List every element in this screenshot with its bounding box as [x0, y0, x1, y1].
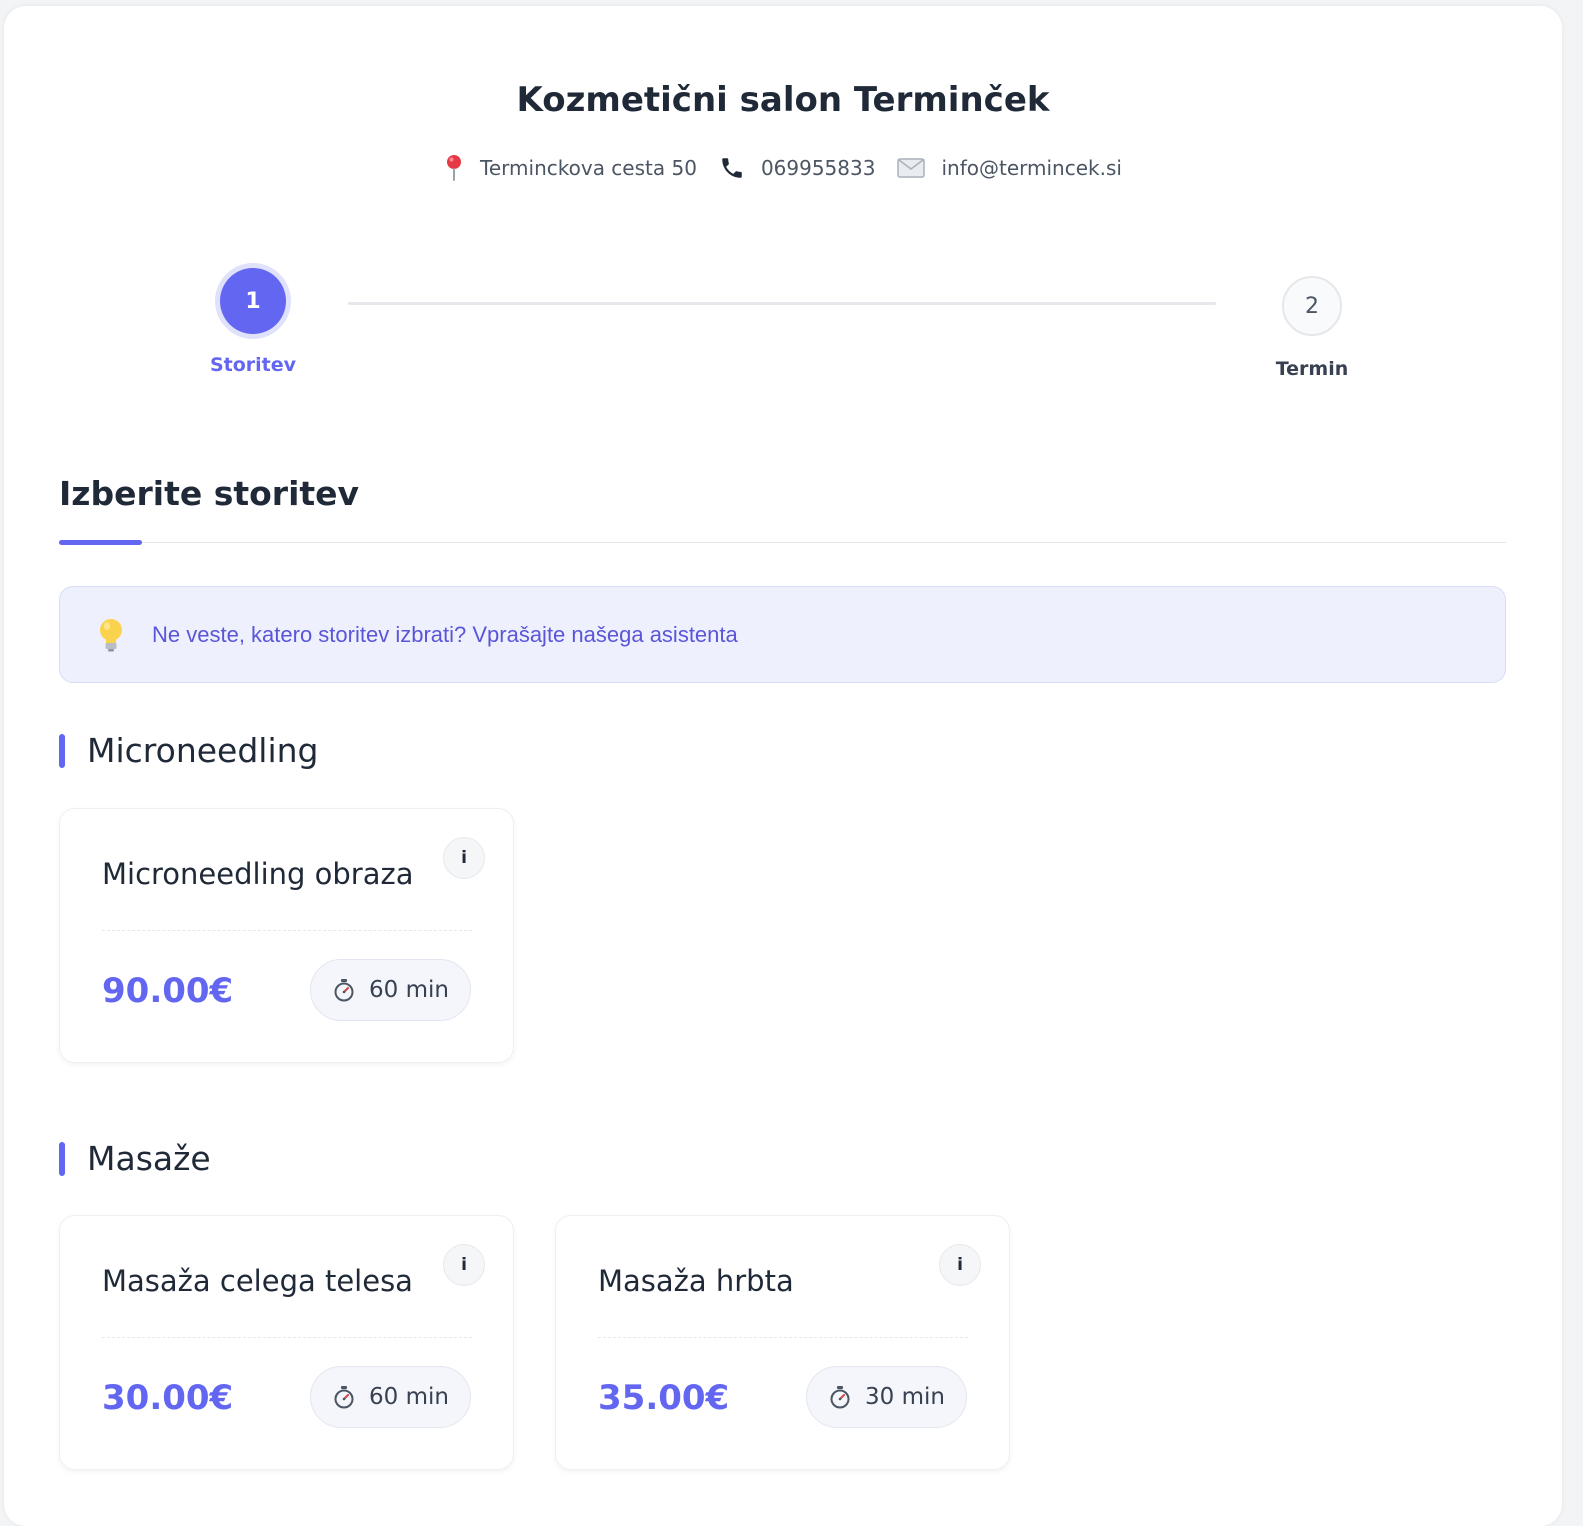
service-price: 30.00€ [102, 1378, 234, 1418]
ask-assistant-banner[interactable]: Ne veste, katero storitev izbrati? Vpraš… [59, 586, 1506, 683]
contact-phone: 069955833 [719, 155, 876, 181]
category-accent-bar [59, 1141, 65, 1176]
email-text: info@termincek.si [941, 156, 1122, 180]
phone-icon [722, 158, 742, 178]
service-name: Microneedling obraza [102, 857, 414, 891]
card-divider [598, 1337, 968, 1338]
service-price: 35.00€ [598, 1378, 730, 1418]
contact-info: Terminckova cesta 50 069955833 info@term… [0, 154, 1566, 182]
duration-badge: 60 min [310, 959, 471, 1021]
stopwatch-icon [334, 979, 354, 1002]
duration-badge: 60 min [310, 1366, 471, 1428]
step-label: Storitev [209, 354, 297, 376]
duration-text: 60 min [369, 1384, 449, 1410]
stopwatch-icon [830, 1386, 850, 1409]
category-header-microneedling: Microneedling [59, 731, 318, 770]
envelope-icon [897, 158, 926, 178]
section-title: Izberite storitev [59, 474, 360, 513]
stepper-progress-line [348, 302, 1216, 305]
step-termin[interactable]: 2 Termin [1262, 276, 1362, 380]
pin-icon [447, 155, 462, 181]
salon-title: Kozmetični salon Terminček [516, 80, 1050, 120]
step-number-circle: 2 [1282, 276, 1342, 336]
card-divider [102, 1337, 472, 1338]
info-button[interactable]: i [443, 837, 485, 879]
category-title: Masaže [87, 1139, 211, 1178]
contact-email: info@termincek.si [897, 156, 1122, 180]
info-button[interactable]: i [443, 1244, 485, 1286]
duration-text: 60 min [369, 977, 449, 1003]
duration-badge: 30 min [806, 1366, 967, 1428]
lightbulb-icon [100, 618, 122, 651]
card-divider [102, 930, 472, 931]
service-name: Masaža celega telesa [102, 1264, 413, 1298]
service-name: Masaža hrbta [598, 1264, 794, 1298]
category-accent-bar [59, 733, 65, 768]
section-divider-accent [59, 540, 142, 545]
info-button[interactable]: i [939, 1244, 981, 1286]
service-card[interactable]: Masaža celega telesa i 30.00€ 60 min [59, 1215, 514, 1470]
category-header-masaze: Masaže [59, 1139, 211, 1178]
category-title: Microneedling [87, 731, 319, 770]
section-divider [59, 542, 1506, 543]
service-price: 90.00€ [102, 971, 234, 1011]
address-text: Terminckova cesta 50 [480, 156, 697, 180]
service-card[interactable]: Microneedling obraza i 90.00€ 60 min [59, 808, 514, 1063]
service-card[interactable]: Masaža hrbta i 35.00€ 30 min [555, 1215, 1010, 1470]
stopwatch-icon [334, 1386, 354, 1409]
step-number-circle: 1 [220, 268, 286, 334]
assistant-prompt-text: Ne veste, katero storitev izbrati? Vpraš… [152, 621, 738, 647]
step-label: Termin [1275, 358, 1349, 380]
phone-text: 069955833 [760, 156, 876, 180]
duration-text: 30 min [865, 1384, 945, 1410]
contact-address: Terminckova cesta 50 [444, 154, 697, 182]
step-storitev[interactable]: 1 Storitev [203, 268, 303, 376]
